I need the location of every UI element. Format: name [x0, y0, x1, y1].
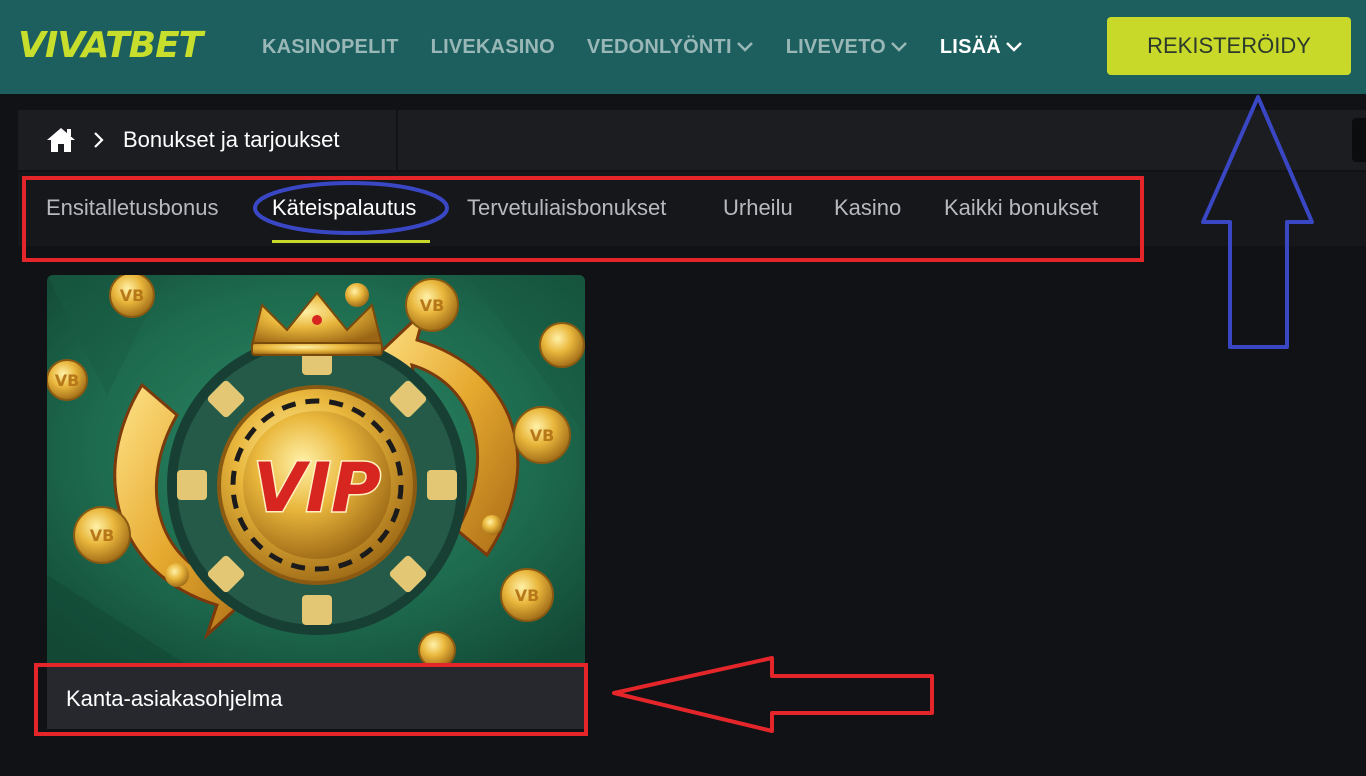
- svg-text:VIP: VIP: [253, 449, 381, 528]
- active-tab-indicator: [272, 240, 430, 243]
- nav-label: VEDONLYÖNTI: [586, 35, 732, 58]
- red-arrow-icon: [612, 656, 934, 733]
- vivatbet-logo[interactable]: VIVATBET: [18, 24, 203, 68]
- breadcrumb-current: Bonukset ja tarjoukset: [123, 127, 340, 152]
- tab-kateispalautus[interactable]: Käteispalautus: [272, 194, 416, 222]
- main-nav: KASINOPELIT LIVEKASINO VEDONLYÖNTI LIVEV…: [262, 0, 1055, 94]
- nav-liveveto[interactable]: LIVEVETO: [786, 36, 908, 59]
- chevron-down-icon: [736, 42, 753, 52]
- register-button[interactable]: REKISTERÖIDY: [1107, 17, 1351, 75]
- svg-text:VB: VB: [530, 426, 555, 445]
- top-header: VIVATBET KASINOPELIT LIVEKASINO VEDONLYÖ…: [0, 0, 1366, 94]
- svg-text:VB: VB: [515, 586, 540, 605]
- vip-card-image[interactable]: VIP VB VB VB VB VB VB: [47, 275, 585, 665]
- tab-urheilu[interactable]: Urheilu: [723, 194, 793, 222]
- card-title[interactable]: Kanta-asiakasohjelma: [66, 685, 282, 713]
- breadcrumb-side-control[interactable]: [1352, 118, 1366, 162]
- svg-text:VB: VB: [420, 296, 445, 315]
- vip-illustration: VIP VB VB VB VB VB VB: [47, 275, 585, 665]
- svg-text:VB: VB: [55, 371, 80, 390]
- tab-ensitalletusbonus[interactable]: Ensitalletusbonus: [46, 194, 218, 222]
- breadcrumb-divider: [396, 110, 398, 170]
- chevron-down-icon: [1006, 42, 1022, 52]
- nav-label: LIVEKASINO: [430, 35, 555, 58]
- svg-text:VB: VB: [90, 526, 115, 545]
- nav-lisaa[interactable]: LISÄÄ: [940, 36, 1023, 59]
- nav-vedonlyonti[interactable]: VEDONLYÖNTI: [587, 36, 754, 59]
- tab-kaikki-bonukset[interactable]: Kaikki bonukset: [944, 194, 1098, 222]
- home-icon[interactable]: [46, 126, 76, 154]
- nav-livekasino[interactable]: LIVEKASINO: [431, 36, 555, 59]
- nav-kasinopelit[interactable]: KASINOPELIT: [262, 36, 399, 59]
- nav-label: LISÄÄ: [939, 35, 1001, 58]
- bonus-tabs: [18, 172, 1366, 246]
- nav-label: KASINOPELIT: [262, 35, 399, 58]
- chevron-right-icon: [94, 132, 104, 148]
- tab-kasino[interactable]: Kasino: [834, 194, 901, 222]
- chevron-down-icon: [891, 42, 907, 52]
- svg-text:VB: VB: [120, 286, 145, 305]
- tab-tervetuliaisbonukset[interactable]: Tervetuliaisbonukset: [467, 194, 666, 222]
- nav-label: LIVEVETO: [785, 35, 886, 58]
